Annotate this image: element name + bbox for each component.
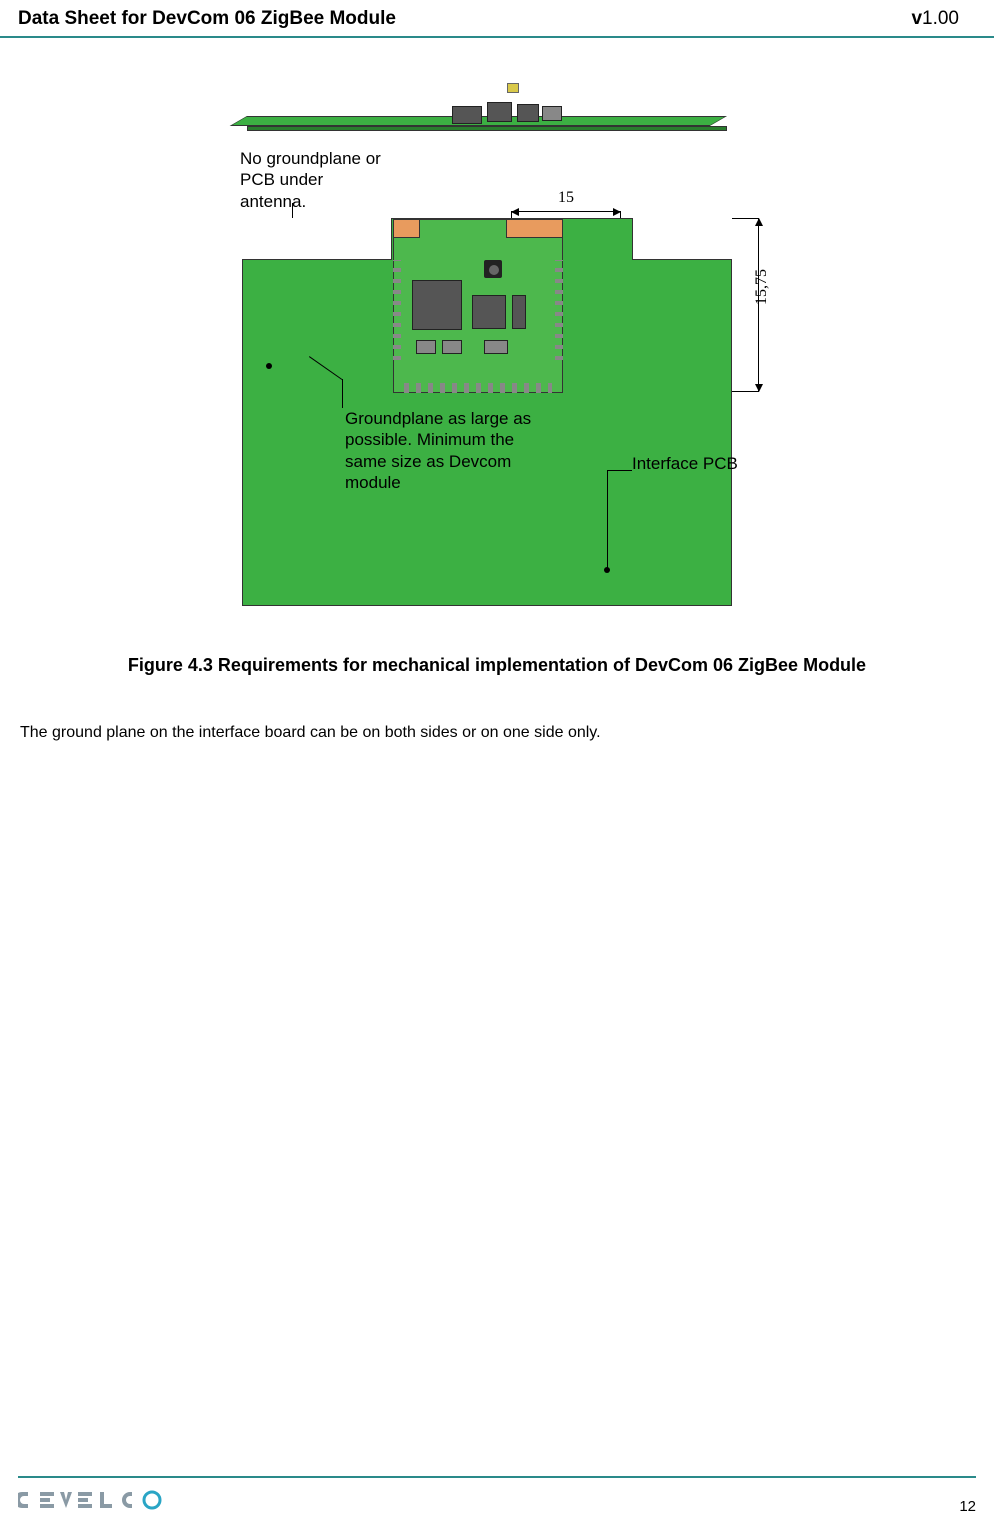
pins-icon	[555, 260, 563, 360]
top-board-edge	[247, 126, 727, 131]
chip-icon	[487, 102, 512, 122]
annotation-groundplane: Groundplane as large as possible. Minimu…	[345, 408, 535, 493]
pins-icon	[393, 260, 401, 360]
pcb-notch	[632, 218, 732, 260]
dimension-width-value: 15	[511, 189, 621, 207]
chip-icon	[416, 340, 436, 354]
figure-diagram: No groundplane or PCB under antenna. 15 …	[187, 73, 807, 623]
top-antenna-icon	[507, 83, 519, 93]
annotation-no-groundplane: No groundplane or PCB under antenna.	[240, 148, 390, 212]
page-content: No groundplane or PCB under antenna. 15 …	[0, 38, 994, 775]
antenna-slot	[419, 220, 507, 238]
leader-dot-icon	[266, 363, 272, 369]
chip-icon	[517, 104, 539, 122]
body-paragraph: The ground plane on the interface board …	[20, 722, 974, 744]
chip-icon	[472, 295, 506, 329]
leader-line	[607, 470, 632, 471]
dimension-line	[758, 218, 759, 392]
pins-icon	[404, 383, 552, 393]
dimension-ext	[730, 218, 758, 219]
dimension-line	[511, 211, 621, 212]
leader-line	[342, 379, 343, 408]
chip-icon	[412, 280, 462, 330]
dimension-width: 15	[511, 191, 621, 219]
chip-icon	[452, 106, 482, 124]
antenna-strip	[394, 220, 562, 238]
page-footer: 12	[18, 1476, 976, 1515]
doc-version: v1.00	[911, 8, 959, 30]
page-number: 12	[959, 1484, 976, 1515]
top-view-module	[247, 88, 727, 138]
chip-icon	[484, 340, 508, 354]
figure-caption: Figure 4.3 Requirements for mechanical i…	[40, 653, 954, 677]
leader-dot-icon	[604, 567, 610, 573]
pcb-notch	[242, 218, 392, 260]
doc-title: Data Sheet for DevCom 06 ZigBee Module	[18, 8, 396, 30]
chip-icon	[484, 260, 502, 278]
annotation-interface-pcb: Interface PCB	[632, 453, 762, 474]
chip-icon	[442, 340, 462, 354]
dimension-height-value: 15,75	[753, 269, 771, 305]
devcom-module-shape	[393, 219, 563, 393]
dimension-ext	[730, 391, 758, 392]
top-chip-cluster	[447, 96, 587, 124]
develco-logo-icon	[18, 1488, 198, 1512]
dimension-height: 15,75	[730, 218, 780, 392]
leader-line	[607, 470, 608, 570]
chip-icon	[512, 295, 526, 329]
chip-icon	[542, 106, 562, 121]
page-header: Data Sheet for DevCom 06 ZigBee Module v…	[0, 0, 994, 38]
develco-logo	[18, 1488, 198, 1512]
